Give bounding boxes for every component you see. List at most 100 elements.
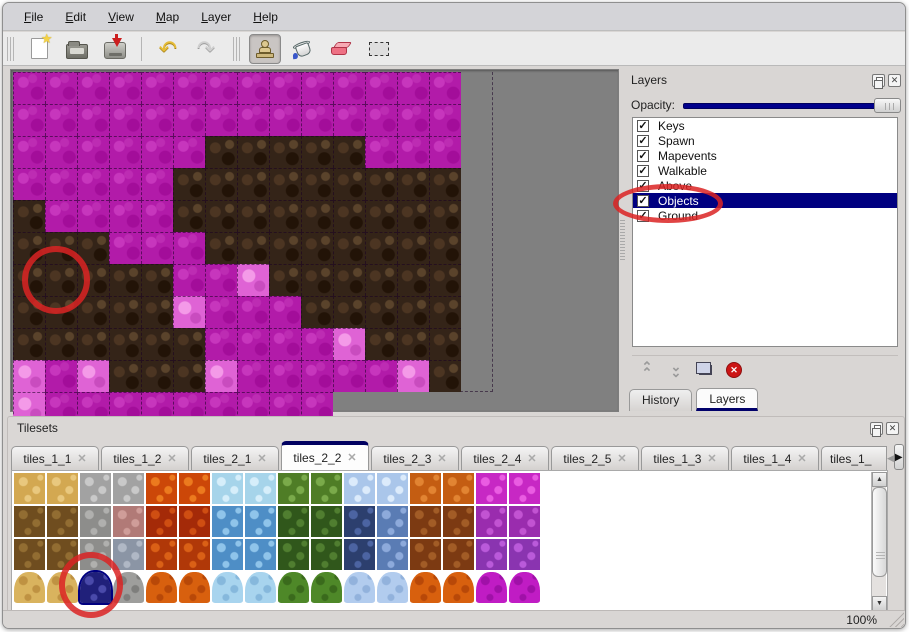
eraser-tool-button[interactable] xyxy=(325,34,357,64)
layer-row-objects[interactable]: ✓Objects xyxy=(633,193,897,208)
map-tile-3-0[interactable] xyxy=(109,72,141,104)
map-tile-12-2[interactable] xyxy=(13,168,45,200)
map-tile-1-3[interactable] xyxy=(141,168,173,200)
layer-row-ground[interactable]: ✓Ground xyxy=(633,208,897,223)
tileset-tile-15-3[interactable] xyxy=(509,572,540,603)
tileset-tile-1-2[interactable] xyxy=(47,539,78,570)
map-tile-6-3[interactable] xyxy=(301,168,333,200)
map-tile-5-3[interactable] xyxy=(269,168,301,200)
tab-close-icon[interactable]: ✕ xyxy=(437,452,446,465)
map-tile-5-1[interactable] xyxy=(205,104,237,136)
map-tile-9-1[interactable] xyxy=(333,104,365,136)
map-tile-14-3[interactable] xyxy=(109,200,141,232)
fill-tool-button[interactable] xyxy=(287,34,319,64)
map-tile-8-7[interactable] xyxy=(45,328,77,360)
map-tile-2-4[interactable] xyxy=(205,200,237,232)
tileset-tile-2-3[interactable] xyxy=(80,572,111,603)
map-tile-0-2[interactable] xyxy=(77,136,109,168)
tileset-tile-8-2[interactable] xyxy=(278,539,309,570)
map-tile-13-4[interactable] xyxy=(109,232,141,264)
layers-float-button[interactable] xyxy=(872,74,885,87)
map-tile-5-6[interactable] xyxy=(365,264,397,296)
map-tile-10-3[interactable] xyxy=(429,168,461,200)
map-tile-6-5[interactable] xyxy=(365,232,397,264)
menu-map[interactable]: Map xyxy=(147,7,188,27)
tileset-tile-8-3[interactable] xyxy=(278,572,309,603)
map-tile-1-9[interactable] xyxy=(333,360,365,392)
map-tile-10-0[interactable] xyxy=(333,72,365,104)
layer-row-mapevents[interactable]: ✓Mapevents xyxy=(633,148,897,163)
tileset-tile-5-2[interactable] xyxy=(179,539,210,570)
map-tile-11-8[interactable] xyxy=(173,360,205,392)
map-tile-4-0[interactable] xyxy=(141,72,173,104)
scroll-down-button[interactable]: ▼ xyxy=(872,596,887,611)
map-tile-0-7[interactable] xyxy=(237,296,269,328)
map-tile-5-5[interactable] xyxy=(333,232,365,264)
map-tile-9-3[interactable] xyxy=(397,168,429,200)
map-tile-3-9[interactable] xyxy=(397,360,429,392)
map-tile-3-3[interactable] xyxy=(205,168,237,200)
tab-close-icon[interactable]: ✕ xyxy=(257,452,266,465)
tileset-tile-0-2[interactable] xyxy=(14,539,45,570)
map-tile-8-3[interactable] xyxy=(365,168,397,200)
map-tile-5-0[interactable] xyxy=(173,72,205,104)
raise-layer-button[interactable]: ⌃⌃ xyxy=(636,359,658,381)
map-tile-12-6[interactable] xyxy=(141,296,173,328)
map-tile-6-2[interactable] xyxy=(269,136,301,168)
tileset-tile-10-3[interactable] xyxy=(344,572,375,603)
map-tile-2-7[interactable] xyxy=(301,296,333,328)
map-tile-11-3[interactable] xyxy=(13,200,45,232)
tileset-tile-0-3[interactable] xyxy=(14,572,45,603)
map-tile-3-7[interactable] xyxy=(333,296,365,328)
select-tool-button[interactable] xyxy=(363,34,395,64)
map-tile-14-2[interactable] xyxy=(77,168,109,200)
map-tile-7-1[interactable] xyxy=(269,104,301,136)
delete-layer-button[interactable]: ✕ xyxy=(723,359,745,381)
map-tile-6-6[interactable] xyxy=(397,264,429,296)
map-tile-9-8[interactable] xyxy=(109,360,141,392)
tileset-tile-2-1[interactable] xyxy=(80,506,111,537)
map-tile-9-0[interactable] xyxy=(301,72,333,104)
map-tile-12-4[interactable] xyxy=(77,232,109,264)
tileset-tile-7-0[interactable] xyxy=(245,473,276,504)
map-tile-2-9[interactable] xyxy=(365,360,397,392)
map-tile-5-8[interactable] xyxy=(429,328,461,360)
map-tile-2-2[interactable] xyxy=(141,136,173,168)
tileset-tab-tiles_2_4[interactable]: tiles_2_4✕ xyxy=(461,446,549,470)
tileset-tile-7-1[interactable] xyxy=(245,506,276,537)
tileset-tile-5-1[interactable] xyxy=(179,506,210,537)
map-tile-4-1[interactable] xyxy=(173,104,205,136)
opacity-slider-handle[interactable] xyxy=(874,98,901,113)
map-tile-8-2[interactable] xyxy=(333,136,365,168)
tileset-tile-11-3[interactable] xyxy=(377,572,408,603)
tileset-tile-14-1[interactable] xyxy=(476,506,507,537)
tab-scroll-right-button[interactable]: ▶ xyxy=(894,444,904,470)
tileset-tile-8-1[interactable] xyxy=(278,506,309,537)
map-tile-12-8[interactable] xyxy=(205,360,237,392)
tileset-tile-3-3[interactable] xyxy=(113,572,144,603)
redo-button[interactable]: ↷ xyxy=(190,34,222,64)
layers-close-button[interactable]: ✕ xyxy=(888,74,901,87)
map-tile-13-0[interactable] xyxy=(429,72,461,104)
map-tile-5-7[interactable] xyxy=(397,296,429,328)
map-tile-1-5[interactable] xyxy=(205,232,237,264)
map-tile-8-8[interactable] xyxy=(77,360,109,392)
map-tile-14-8[interactable] xyxy=(269,360,301,392)
layer-visibility-checkbox[interactable]: ✓ xyxy=(637,180,649,192)
tileset-tab-tiles_2_5[interactable]: tiles_2_5✕ xyxy=(551,446,639,470)
tileset-tab-tiles_1_4[interactable]: tiles_1_4✕ xyxy=(731,446,819,470)
tab-layers[interactable]: Layers xyxy=(696,388,758,411)
tileset-tile-14-2[interactable] xyxy=(476,539,507,570)
tileset-grid[interactable] xyxy=(13,472,543,604)
map-tile-13-8[interactable] xyxy=(237,360,269,392)
tilesets-float-button[interactable] xyxy=(870,422,883,435)
tileset-tile-1-1[interactable] xyxy=(47,506,78,537)
map-tile-5-2[interactable] xyxy=(237,136,269,168)
tileset-tile-9-0[interactable] xyxy=(311,473,342,504)
tileset-tile-4-3[interactable] xyxy=(146,572,177,603)
map-tile-14-4[interactable] xyxy=(141,232,173,264)
panel-splitter-handle[interactable] xyxy=(620,220,625,260)
tileset-tile-2-2[interactable] xyxy=(80,539,111,570)
map-tile-1-6[interactable] xyxy=(237,264,269,296)
map-tile-10-6[interactable] xyxy=(77,296,109,328)
